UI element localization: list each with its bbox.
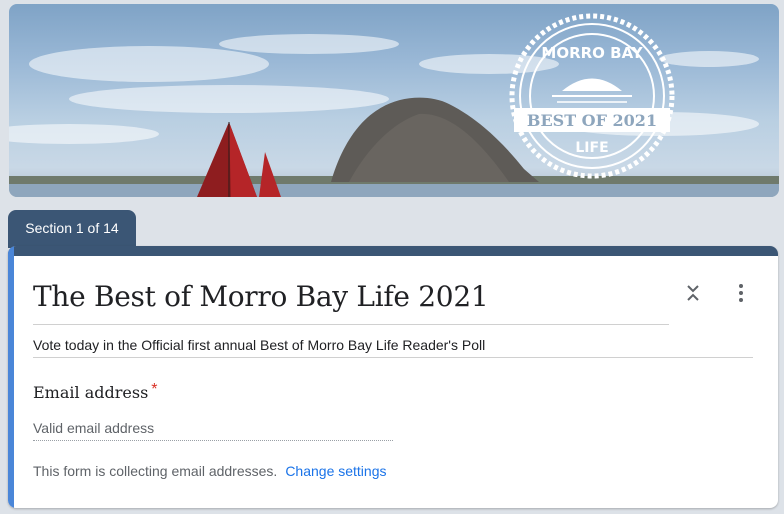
sail-2	[259, 152, 281, 197]
svg-text:BEST OF 2021: BEST OF 2021	[527, 111, 657, 130]
section-tab: Section 1 of 14	[8, 210, 136, 248]
form-title[interactable]: The Best of Morro Bay Life 2021	[33, 280, 489, 313]
collapse-section-icon[interactable]	[684, 282, 702, 304]
more-options-icon[interactable]	[732, 282, 750, 304]
section-tab-label: Section 1 of 14	[25, 220, 119, 236]
svg-text:MORRO BAY: MORRO BAY	[541, 44, 643, 62]
collecting-email-note: This form is collecting email addresses.…	[33, 463, 387, 479]
email-field[interactable]	[33, 416, 393, 441]
email-label: Email address *	[33, 381, 158, 403]
required-asterisk: *	[151, 381, 158, 398]
form-description[interactable]: Vote today in the Official first annual …	[33, 337, 485, 353]
email-label-text: Email address	[33, 383, 149, 402]
title-divider	[33, 324, 669, 325]
form-title-card: The Best of Morro Bay Life 2021 Vote tod…	[8, 246, 778, 508]
card-focus-indicator	[8, 246, 14, 508]
svg-text:LIFE: LIFE	[575, 140, 608, 156]
description-divider	[33, 357, 753, 358]
change-settings-link[interactable]: Change settings	[285, 463, 386, 479]
card-header-bar	[8, 246, 778, 256]
header-image: MORRO BAY BEST OF 2021 LIFE	[9, 4, 779, 197]
collecting-email-text: This form is collecting email addresses.	[33, 463, 278, 479]
best-of-badge: MORRO BAY BEST OF 2021 LIFE	[509, 13, 675, 179]
